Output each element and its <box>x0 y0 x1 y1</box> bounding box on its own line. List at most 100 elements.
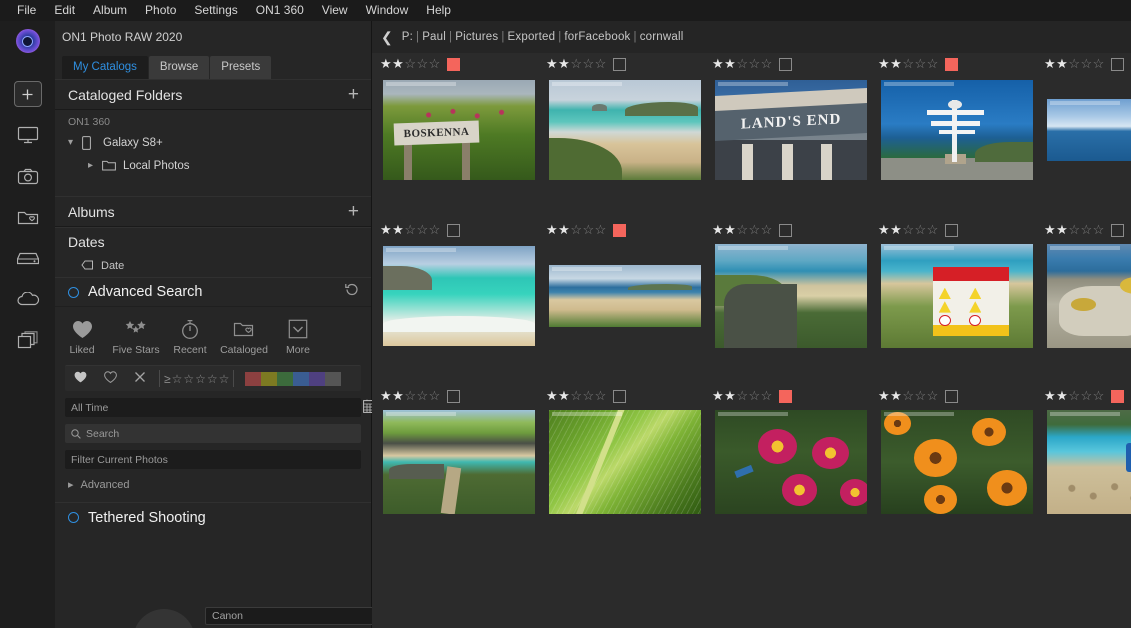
color-label-green[interactable] <box>277 371 294 386</box>
rating-stars[interactable]: ★ ★ ☆ ☆ ☆ <box>1044 56 1105 72</box>
rating-stars[interactable]: ★ ★ ☆ ☆ ☆ <box>380 222 441 238</box>
color-label-badge[interactable] <box>612 57 626 71</box>
radio-ring-icon[interactable] <box>68 286 79 298</box>
close-x-icon[interactable] <box>125 370 155 388</box>
thumbnail-cell-lands-end-building[interactable]: ★ ★ ☆ ☆ ☆ LAND'S END <box>708 53 874 219</box>
thumbnail-cell-coastal-cove-cliff[interactable]: ★ ★ ☆ ☆ ☆ <box>708 219 874 385</box>
breadcrumb-item-cornwall[interactable]: cornwall <box>640 31 684 43</box>
menu-item-view[interactable]: View <box>313 0 357 21</box>
star-outline-icon[interactable]: ☆ <box>172 372 183 386</box>
rating-stars[interactable]: ★ ★ ☆ ☆ ☆ <box>380 56 441 72</box>
color-label-badge[interactable] <box>1110 389 1124 403</box>
monitor-icon[interactable] <box>14 122 42 148</box>
menu-item-help[interactable]: Help <box>417 0 460 21</box>
thumbnail-image[interactable] <box>715 244 867 348</box>
thumbnail-cell-wide-bay[interactable]: ★ ★ ☆ ☆ ☆ <box>542 219 708 385</box>
quick-filter-recent[interactable]: Recent <box>163 316 217 356</box>
thumbnail-image[interactable] <box>549 80 701 180</box>
rating-stars[interactable]: ★ ★ ☆ ☆ ☆ <box>546 388 607 404</box>
breadcrumb-item-forfacebook[interactable]: forFacebook <box>564 31 630 43</box>
rating-stars[interactable]: ★ ★ ☆ ☆ ☆ <box>878 56 939 72</box>
color-label-badge[interactable] <box>944 223 958 237</box>
rating-stars[interactable]: ★ ★ ☆ ☆ ☆ <box>546 56 607 72</box>
color-label-badge[interactable] <box>446 223 460 237</box>
thumbnail-image[interactable] <box>1047 99 1131 161</box>
menu-item-on1-360[interactable]: ON1 360 <box>247 0 313 21</box>
thumbnail-cell-palm-leaf[interactable]: ★ ★ ☆ ☆ ☆ <box>542 385 708 551</box>
chevron-right-icon[interactable]: ▸ <box>88 160 102 171</box>
fire-button[interactable]: Fire <box>133 609 195 628</box>
search-input[interactable]: Search <box>65 424 361 443</box>
rating-stars[interactable]: ★ ★ ☆ ☆ ☆ <box>712 388 773 404</box>
camera-icon[interactable] <box>14 163 42 189</box>
rating-operator-stars[interactable]: ≥ ☆ ☆ ☆ ☆ ☆ <box>164 372 229 386</box>
radio-ring-icon[interactable] <box>68 512 79 523</box>
thumbnail-image[interactable] <box>715 410 867 514</box>
rating-stars[interactable]: ★ ★ ☆ ☆ ☆ <box>546 222 607 238</box>
chevron-down-icon[interactable]: ▾ <box>68 137 82 148</box>
thumbnail-cell-boskenna-sign[interactable]: ★ ★ ☆ ☆ ☆ BOSKENNA <box>376 53 542 219</box>
thumbnail-cell-turquoise-surf[interactable]: ★ ★ ☆ ☆ ☆ <box>376 219 542 385</box>
thumbnail-cell-warning-sign-beach[interactable]: ★ ★ ☆ ☆ ☆ <box>874 219 1040 385</box>
thumbnail-image[interactable]: BOSKENNA <box>383 80 535 180</box>
folder-heart-icon[interactable] <box>14 204 42 230</box>
menu-item-edit[interactable]: Edit <box>45 0 84 21</box>
quick-filter-cataloged[interactable]: Cataloged <box>217 316 271 356</box>
thumbnail-image[interactable] <box>1047 244 1131 348</box>
color-label-badge[interactable] <box>1110 223 1124 237</box>
color-label-badge[interactable] <box>612 223 626 237</box>
heart-outline-icon[interactable] <box>95 370 125 388</box>
tab-my-catalogs[interactable]: My Catalogs <box>62 56 148 79</box>
color-label-yellow[interactable] <box>261 371 278 386</box>
color-label-purple[interactable] <box>309 371 326 386</box>
quick-filter-more[interactable]: More <box>271 316 325 356</box>
date-range-field[interactable]: All Time <box>65 398 377 417</box>
rating-stars[interactable]: ★ ★ ☆ ☆ ☆ <box>1044 388 1105 404</box>
thumbnail-grid[interactable]: ★ ★ ☆ ☆ ☆ BOSKENNA ★ ★ ☆ ☆ ☆ ★ ★ ☆ ☆ ☆ L… <box>372 53 1131 628</box>
tree-item-galaxy-s8[interactable]: ▾ Galaxy S8+ <box>55 131 371 154</box>
color-label-badge[interactable] <box>778 223 792 237</box>
tab-presets[interactable]: Presets <box>210 56 272 79</box>
reset-arrow-icon[interactable] <box>345 283 359 301</box>
menu-item-file[interactable]: File <box>8 0 45 21</box>
color-label-badge[interactable] <box>1110 57 1124 71</box>
color-label-badge[interactable] <box>446 57 460 71</box>
menu-item-photo[interactable]: Photo <box>136 0 185 21</box>
breadcrumb-item-exported[interactable]: Exported <box>508 31 556 43</box>
thumbnail-cell-coast-path[interactable]: ★ ★ ☆ ☆ ☆ <box>376 385 542 551</box>
thumbnail-cell-sea-horizon[interactable]: ★ ★ ☆ ☆ ☆ <box>1040 53 1131 219</box>
add-icon[interactable] <box>13 81 42 107</box>
plus-icon[interactable]: + <box>348 85 359 104</box>
breadcrumb-item-pictures[interactable]: Pictures <box>455 31 498 43</box>
menu-item-settings[interactable]: Settings <box>185 0 246 21</box>
layers-icon[interactable] <box>14 327 42 353</box>
thumbnail-image[interactable] <box>383 410 535 514</box>
star-outline-icon[interactable]: ☆ <box>195 372 206 386</box>
color-label-badge[interactable] <box>944 57 958 71</box>
filter-current-photos-field[interactable]: Filter Current Photos <box>65 450 361 469</box>
rating-stars[interactable]: ★ ★ ☆ ☆ ☆ <box>878 388 939 404</box>
advanced-toggle[interactable]: ▸ Advanced <box>55 469 371 492</box>
thumbnail-cell-lands-end-signpost[interactable]: ★ ★ ☆ ☆ ☆ <box>874 53 1040 219</box>
cloud-icon[interactable] <box>14 286 42 312</box>
chevron-left-icon[interactable]: ❮ <box>381 29 393 46</box>
color-label-badge[interactable] <box>612 389 626 403</box>
star-outline-icon[interactable]: ☆ <box>183 372 194 386</box>
breadcrumb-item-drive[interactable]: P: <box>402 31 413 43</box>
thumbnail-image[interactable]: FE <box>1047 410 1131 514</box>
thumbnail-image[interactable] <box>383 246 535 346</box>
rating-stars[interactable]: ★ ★ ☆ ☆ ☆ <box>380 388 441 404</box>
plus-icon[interactable]: + <box>348 202 359 221</box>
star-outline-icon[interactable]: ☆ <box>219 372 230 386</box>
rating-stars[interactable]: ★ ★ ☆ ☆ ☆ <box>1044 222 1105 238</box>
thumbnail-image[interactable] <box>881 80 1033 180</box>
dates-item-date[interactable]: Date <box>55 255 371 277</box>
thumbnail-cell-pink-daisies[interactable]: ★ ★ ☆ ☆ ☆ <box>708 385 874 551</box>
thumbnail-cell-lichen-rock[interactable]: ★ ★ ☆ ☆ ☆ <box>1040 219 1131 385</box>
color-label-badge[interactable] <box>446 389 460 403</box>
tree-item-local-photos[interactable]: ▸ Local Photos <box>55 154 371 177</box>
heart-filled-icon[interactable] <box>65 370 95 388</box>
thumbnail-image[interactable] <box>549 410 701 514</box>
drive-icon[interactable] <box>14 245 42 271</box>
color-label-badge[interactable] <box>778 57 792 71</box>
